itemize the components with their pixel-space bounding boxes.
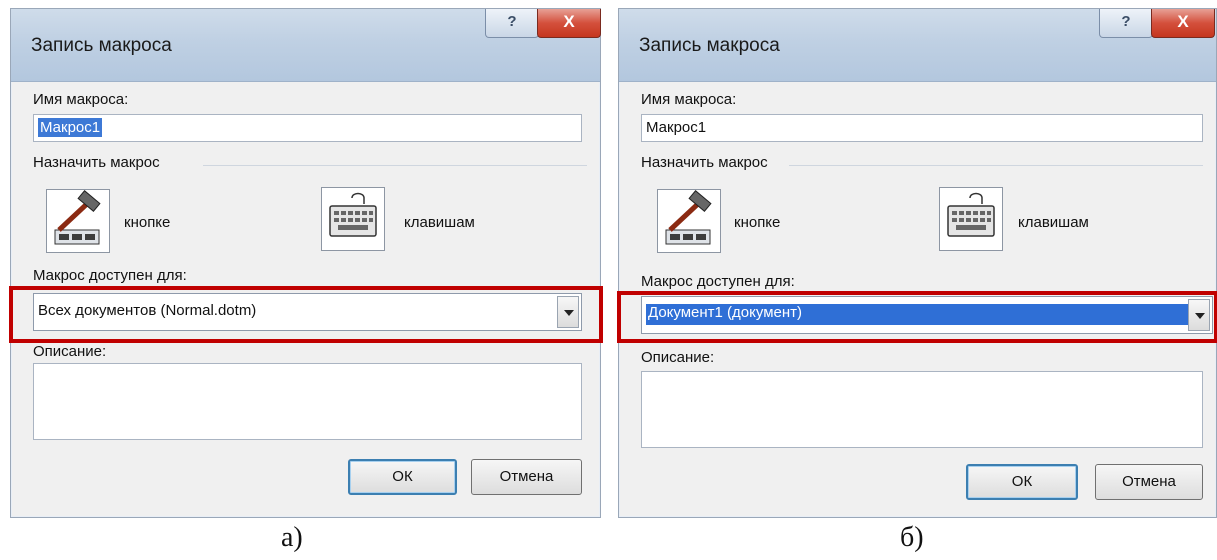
keyboard-icon [329,192,377,237]
description-textarea[interactable] [33,363,582,440]
assign-macro-label: Назначить макрос [33,154,160,171]
help-button[interactable]: ? [485,9,539,38]
assign-to-button-tile[interactable] [657,189,721,253]
hammer-button-icon [54,190,101,245]
title-bar: Запись макроса ? X [619,9,1216,82]
macro-name-input[interactable]: Макрос1 [33,114,582,142]
available-for-label: Макрос доступен для: [641,273,795,290]
keyboard-icon [947,192,995,237]
cancel-button[interactable]: Отмена [471,459,582,495]
assign-macro-label: Назначить макрос [641,154,768,171]
group-divider [789,165,1203,166]
assign-to-keys-tile[interactable] [321,187,385,251]
caption-b: б) [900,522,924,553]
macro-name-value: Макрос1 [646,119,707,136]
hammer-button-icon [665,190,712,245]
macro-name-input[interactable]: Макрос1 [641,114,1203,142]
macro-dialog-b: Запись макроса ? X Имя макроса: Макрос1 … [617,8,1217,518]
description-label: Описание: [641,349,715,366]
assign-to-keys-label[interactable]: клавишам [404,214,475,231]
assign-to-button-label[interactable]: кнопке [124,214,170,231]
highlight-frame [9,286,603,343]
help-button[interactable]: ? [1099,9,1153,38]
close-button[interactable]: X [1151,9,1215,38]
dialog-title: Запись макроса [639,35,780,56]
ok-button[interactable]: ОК [966,464,1078,500]
assign-to-keys-label[interactable]: клавишам [1018,214,1089,231]
dialog-title: Запись макроса [31,35,172,56]
macro-dialog-a: Запись макроса ? X Имя макроса: Макрос1 … [9,8,603,518]
group-divider [203,165,587,166]
highlight-frame [617,291,1217,343]
ok-button[interactable]: ОК [348,459,457,495]
close-button[interactable]: X [537,9,601,38]
cancel-button[interactable]: Отмена [1095,464,1203,500]
description-textarea[interactable] [641,371,1203,448]
macro-name-label: Имя макроса: [641,91,737,108]
caption-a: а) [281,522,303,553]
title-bar: Запись макроса ? X [11,9,601,82]
assign-to-button-label[interactable]: кнопке [734,214,780,231]
available-for-label: Макрос доступен для: [33,267,187,284]
assign-to-keys-tile[interactable] [939,187,1003,251]
macro-name-value: Макрос1 [38,118,103,137]
macro-name-label: Имя макроса: [33,91,129,108]
assign-to-button-tile[interactable] [46,189,110,253]
description-label: Описание: [33,343,107,360]
